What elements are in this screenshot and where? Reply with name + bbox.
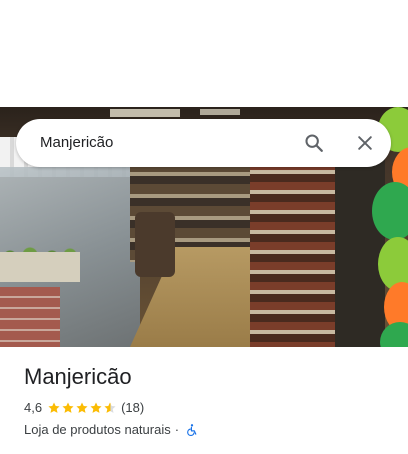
photo-light bbox=[200, 109, 240, 115]
photo-wall bbox=[335, 147, 385, 347]
search-input[interactable]: Manjericão bbox=[40, 119, 113, 167]
wheelchair-accessible-icon bbox=[187, 424, 197, 437]
rating-stars bbox=[47, 401, 117, 415]
category-row: Loja de produtos naturais · bbox=[24, 421, 394, 439]
place-info[interactable]: Manjericão 4,6 (18) Loja de produtos nat… bbox=[24, 362, 394, 439]
star-icon bbox=[62, 402, 74, 413]
star-half-icon bbox=[104, 402, 116, 413]
rating-row[interactable]: 4,6 (18) bbox=[24, 399, 394, 417]
review-count[interactable]: (18) bbox=[121, 399, 144, 417]
photo-light bbox=[110, 109, 180, 117]
close-icon[interactable] bbox=[349, 127, 381, 159]
photo-planter bbox=[0, 252, 80, 282]
separator-dot: · bbox=[174, 422, 180, 437]
star-icon bbox=[76, 402, 88, 413]
photo-shelf bbox=[250, 162, 340, 347]
place-name: Manjericão bbox=[24, 364, 132, 389]
search-icon[interactable] bbox=[298, 127, 330, 159]
photo-brick-wall bbox=[0, 287, 60, 347]
star-icon bbox=[90, 402, 102, 413]
photo-barrel bbox=[135, 212, 175, 277]
place-category: Loja de produtos naturais bbox=[24, 422, 171, 437]
search-bar[interactable]: Manjericão bbox=[16, 119, 391, 167]
star-icon bbox=[48, 402, 60, 413]
rating-value: 4,6 bbox=[24, 400, 43, 415]
